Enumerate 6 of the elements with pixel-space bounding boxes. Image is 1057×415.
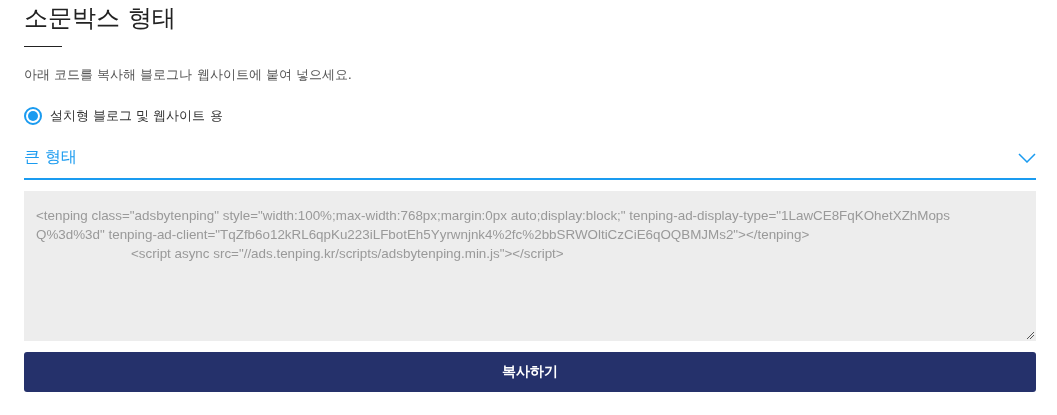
instruction-text: 아래 코드를 복사해 블로그나 웹사이트에 붙여 넣으세요. <box>24 66 353 84</box>
page-title: 소문박스 형태 <box>24 3 177 34</box>
copy-button[interactable]: 복사하기 <box>24 352 1036 392</box>
radio-option[interactable]: 설치형 블로그 및 웹사이트 용 <box>24 107 223 125</box>
resize-grip-icon[interactable] <box>1026 331 1034 339</box>
chevron-down-icon <box>1018 152 1036 163</box>
